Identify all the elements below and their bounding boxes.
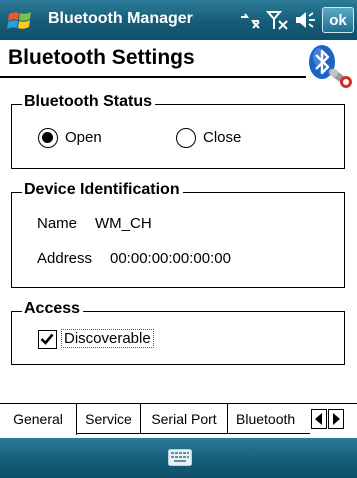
arrow-right-icon (333, 413, 340, 425)
speaker-icon[interactable] (294, 9, 318, 31)
tab-service[interactable]: Service (77, 404, 141, 434)
bluetooth-settings-icon (309, 45, 352, 88)
checkmark-icon (40, 333, 54, 345)
discoverable-checkbox[interactable] (38, 330, 57, 349)
open-radio[interactable] (38, 128, 58, 148)
device-identification-legend: Device Identification (22, 181, 183, 199)
access-legend: Access (22, 300, 84, 318)
bluetooth-manager-screen: Bluetooth Manager ok Bluetooth Settings … (0, 0, 357, 478)
device-identification-group: Device Identification (11, 181, 345, 288)
arrow-left-icon (315, 413, 322, 425)
name-label: Name (37, 215, 78, 232)
menu-bar (0, 438, 357, 478)
tab-serial-port[interactable]: Serial Port (141, 404, 228, 434)
tab-scroll-left-button[interactable] (311, 409, 327, 429)
close-label[interactable]: Close (203, 129, 241, 146)
connectivity-icon[interactable] (238, 9, 262, 31)
windows-start-icon[interactable] (6, 8, 34, 34)
header-divider (0, 76, 306, 78)
open-label[interactable]: Open (65, 129, 102, 146)
tab-general[interactable]: General (0, 404, 77, 435)
keyboard-icon[interactable] (168, 449, 192, 466)
ok-button[interactable]: ok (322, 7, 354, 33)
bluetooth-status-legend: Bluetooth Status (22, 93, 155, 111)
tab-bluetooth[interactable]: Bluetooth (228, 404, 310, 434)
page-title: Bluetooth Settings (8, 46, 195, 69)
name-value: WM_CH (95, 215, 152, 232)
discoverable-label[interactable]: Discoverable (61, 329, 154, 348)
signal-off-icon[interactable] (266, 9, 290, 31)
app-title: Bluetooth Manager (48, 10, 193, 27)
title-bar: Bluetooth Manager ok (0, 0, 357, 40)
close-radio[interactable] (176, 128, 196, 148)
tab-scroll-right-button[interactable] (328, 409, 344, 429)
address-label: Address (37, 250, 93, 267)
address-value: 00:00:00:00:00:00 (110, 250, 231, 267)
